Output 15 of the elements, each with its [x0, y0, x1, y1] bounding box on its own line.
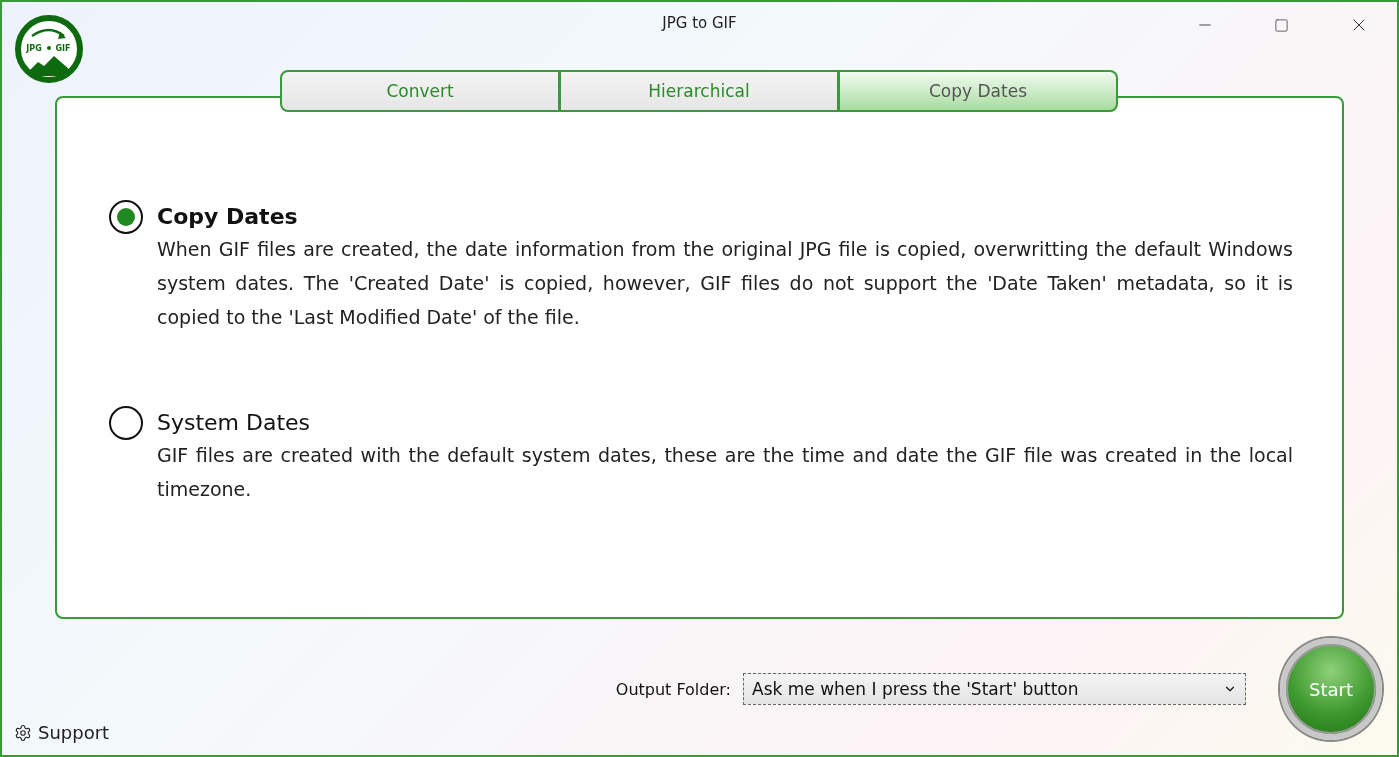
- window-title: JPG to GIF: [660, 14, 738, 32]
- tab[interactable]: Convert: [280, 70, 560, 112]
- option-description: When GIF files are created, the date information from the original JPG file is copied, overwritting the default Windows system dates. The 'Created Date' is copied, however, GIF files do not support the 'Date Taken' metadata, so it is copied to the 'Last Modified Date' of the file.: [157, 237, 1293, 330]
- tab[interactable]: Copy Dates: [838, 70, 1118, 112]
- output-folder-dropdown[interactable]: Ask me when I press the 'Start' button: [743, 673, 1246, 705]
- settings-icon: [14, 723, 32, 742]
- support-link[interactable]: Support: [14, 722, 110, 743]
- option-title: System Dates: [157, 409, 312, 437]
- app-logo: JPG GIF: [14, 14, 84, 84]
- output-folder-label: Output Folder:: [615, 679, 731, 699]
- radio-button[interactable]: [109, 200, 143, 234]
- tab[interactable]: Hierarchical: [559, 70, 839, 112]
- radio-button[interactable]: [109, 406, 143, 440]
- option-title: Copy Dates: [157, 203, 299, 231]
- option-description: GIF files are created with the default system dates, these are the time and date the GIF file was created in the local timezone.: [157, 443, 1293, 502]
